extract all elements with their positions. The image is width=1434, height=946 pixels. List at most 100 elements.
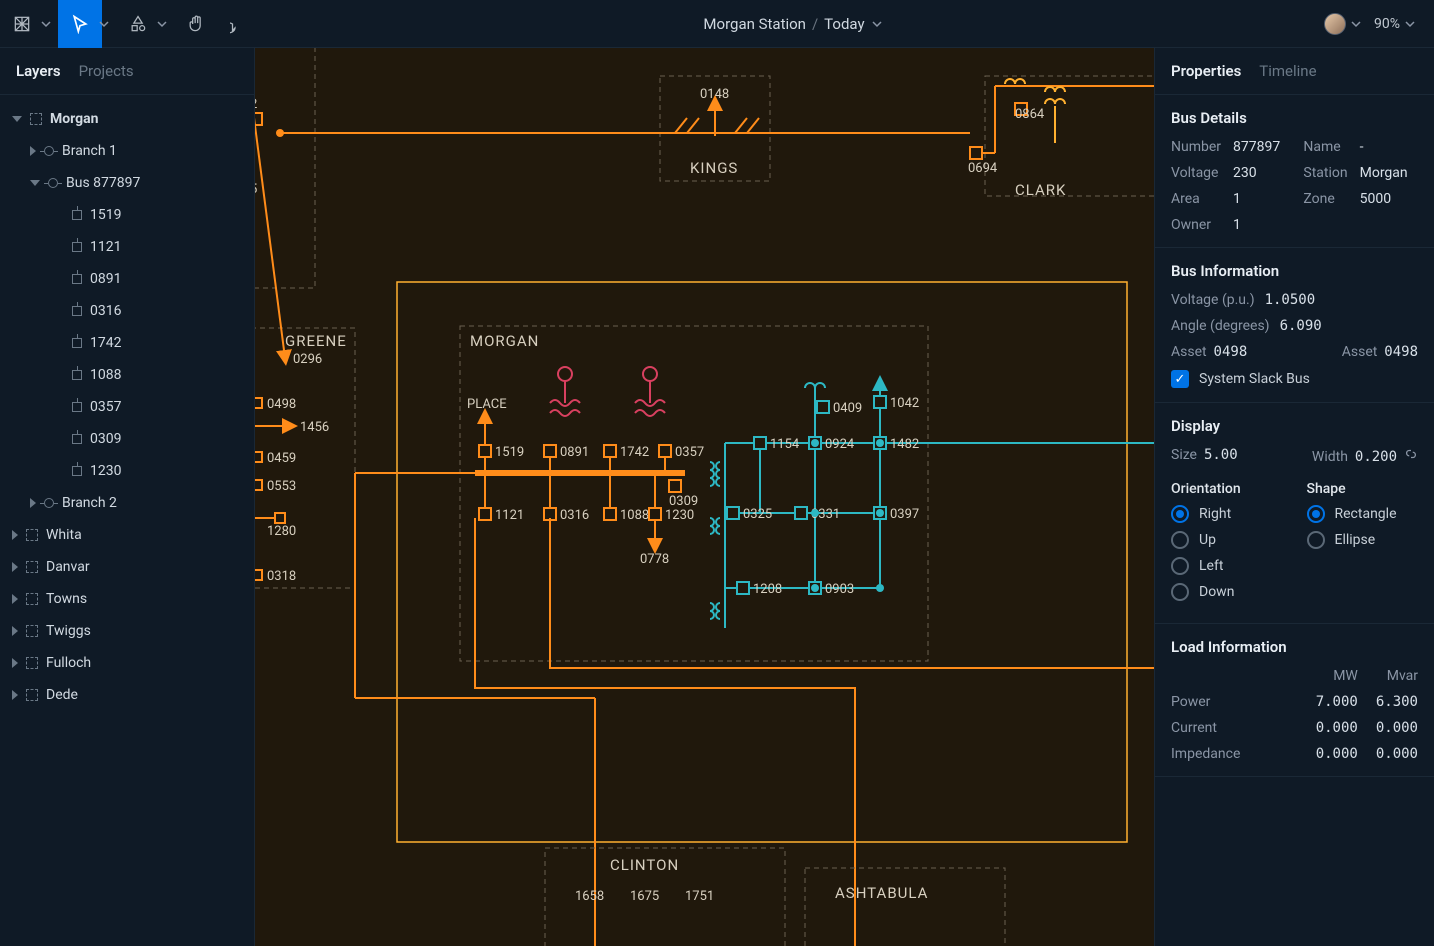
radio-down[interactable]: Down: [1171, 583, 1283, 601]
value-number: 877897: [1233, 139, 1291, 155]
value-voltage: 230: [1233, 165, 1291, 181]
tab-timeline[interactable]: Timeline: [1259, 62, 1316, 80]
label-zone: Zone: [1303, 191, 1347, 207]
value-size[interactable]: 5.00: [1204, 447, 1238, 463]
row-impedance: Impedance: [1171, 746, 1298, 762]
svg-text:1456: 1456: [300, 420, 329, 435]
link-icon[interactable]: [1404, 447, 1418, 461]
svg-text:0924: 0924: [825, 437, 855, 452]
val-impedance-mw: 0.000: [1316, 746, 1358, 762]
tree-node[interactable]: 1742: [0, 327, 254, 359]
bus-icon: [72, 402, 82, 412]
checkbox-slack-bus[interactable]: ✓ System Slack Bus: [1171, 370, 1418, 388]
svg-text:1519: 1519: [495, 445, 524, 460]
tree-station[interactable]: Twiggs: [0, 615, 254, 647]
radio-rectangle[interactable]: Rectangle: [1307, 505, 1419, 523]
tree-node[interactable]: 1230: [0, 455, 254, 487]
tree-label: Twiggs: [46, 623, 91, 639]
label-number: Number: [1171, 139, 1221, 155]
svg-text:0357: 0357: [675, 445, 704, 460]
tree-node[interactable]: 1121: [0, 231, 254, 263]
radio-icon: [1307, 531, 1325, 549]
svg-text:0553: 0553: [267, 479, 296, 494]
radio-left[interactable]: Left: [1171, 557, 1283, 575]
svg-text:0325: 0325: [743, 507, 772, 522]
tree-branch-1[interactable]: Branch 1: [0, 135, 254, 167]
svg-text:MORGAN: MORGAN: [470, 332, 539, 350]
svg-text:1742: 1742: [620, 445, 649, 460]
tree-station[interactable]: Danvar: [0, 551, 254, 583]
svg-text:5: 5: [255, 182, 257, 197]
radio-ellipse[interactable]: Ellipse: [1307, 531, 1419, 549]
pointer-tool[interactable]: [58, 0, 116, 48]
section-title: Display: [1171, 417, 1418, 435]
tree-label: Whita: [46, 527, 82, 543]
hand-icon: [186, 14, 206, 34]
branch-icon: [44, 146, 54, 156]
diagram-canvas[interactable]: 2 5 0148 KINGS 0694 0864 CLARK: [255, 48, 1154, 946]
breadcrumb[interactable]: Morgan Station / Today: [262, 15, 1324, 33]
tree-label: 1742: [90, 335, 121, 351]
tree-node[interactable]: 0357: [0, 391, 254, 423]
col-mw: MW: [1316, 668, 1358, 684]
bus-icon: [72, 434, 82, 444]
svg-text:1675: 1675: [630, 889, 659, 904]
svg-text:0316: 0316: [560, 508, 589, 523]
radio-icon: [1171, 505, 1189, 523]
value-zone: 5000: [1360, 191, 1418, 207]
val-power-mw: 7.000: [1316, 694, 1358, 710]
tree-root-morgan[interactable]: Morgan: [0, 103, 254, 135]
tab-properties[interactable]: Properties: [1171, 62, 1241, 80]
tree-node[interactable]: 0316: [0, 295, 254, 327]
tree-node[interactable]: 0891: [0, 263, 254, 295]
caret-right-icon: [30, 146, 36, 156]
shapes-tool[interactable]: [116, 0, 174, 48]
bus-icon: [72, 274, 82, 284]
svg-text:1121: 1121: [495, 508, 524, 523]
value-asset: 0498: [1384, 344, 1418, 360]
tree-station[interactable]: Dede: [0, 679, 254, 711]
svg-text:GREENE: GREENE: [285, 332, 347, 350]
val-current-mw: 0.000: [1316, 720, 1358, 736]
value-area: 1: [1233, 191, 1291, 207]
svg-text:2: 2: [255, 97, 257, 112]
chevron-down-icon: [1350, 18, 1362, 30]
value-owner: 1: [1233, 217, 1291, 233]
tree-label: 0316: [90, 303, 121, 319]
caret-right-icon: [12, 594, 18, 604]
row-current: Current: [1171, 720, 1298, 736]
radio-up[interactable]: Up: [1171, 531, 1283, 549]
breadcrumb-period: Today: [824, 15, 864, 33]
tree-node[interactable]: 1088: [0, 359, 254, 391]
tab-layers[interactable]: Layers: [16, 62, 61, 80]
radio-icon: [1171, 557, 1189, 575]
tree-branch-2[interactable]: Branch 2: [0, 487, 254, 519]
zoom-control[interactable]: 90%: [1374, 16, 1416, 32]
tree-bus-877897[interactable]: Bus 877897: [0, 167, 254, 199]
hand-tool[interactable]: [174, 0, 218, 48]
tree-label: 1519: [90, 207, 121, 223]
tree-node[interactable]: 0309: [0, 423, 254, 455]
label-station: Station: [1303, 165, 1347, 181]
svg-text:1230: 1230: [665, 508, 694, 523]
tree-station[interactable]: Fulloch: [0, 647, 254, 679]
radio-label: Down: [1199, 584, 1234, 600]
radio-icon: [1171, 583, 1189, 601]
tree-station[interactable]: Whita: [0, 519, 254, 551]
svg-text:0296: 0296: [293, 352, 322, 367]
user-menu[interactable]: [1324, 13, 1362, 35]
station-icon: [26, 561, 38, 573]
svg-text:0409: 0409: [833, 401, 862, 416]
comment-tool[interactable]: [218, 0, 262, 48]
tree-label: 1121: [90, 239, 121, 255]
tab-projects[interactable]: Projects: [79, 62, 134, 80]
value-width[interactable]: 0.200: [1355, 449, 1397, 465]
tree-node[interactable]: 1519: [0, 199, 254, 231]
label-owner: Owner: [1171, 217, 1221, 233]
tree-station[interactable]: Towns: [0, 583, 254, 615]
logo-menu[interactable]: [0, 0, 58, 48]
tree-label: Towns: [46, 591, 87, 607]
svg-text:0498: 0498: [267, 397, 296, 412]
radio-right[interactable]: Right: [1171, 505, 1283, 523]
station-icon: [26, 593, 38, 605]
